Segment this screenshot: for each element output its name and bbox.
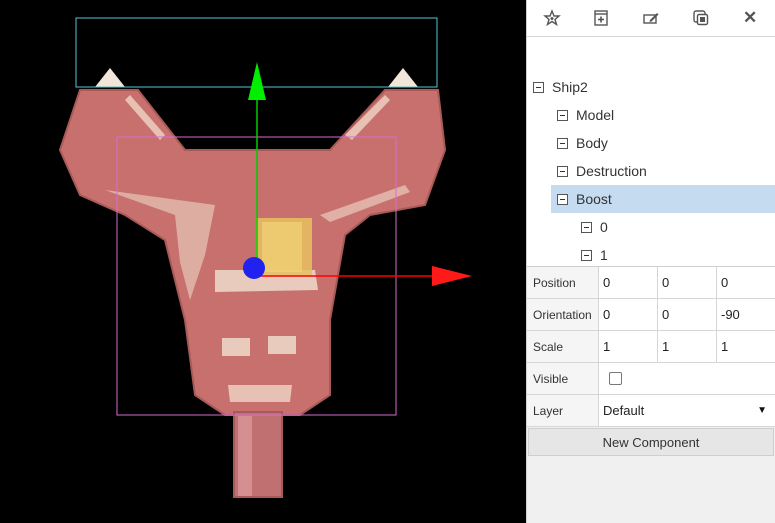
tree-node-body[interactable]: Body: [527, 129, 775, 157]
scale-row: Scale 1 1 1: [527, 331, 775, 363]
scene-viewport[interactable]: [0, 0, 526, 523]
delete-icon: ✕: [743, 8, 758, 27]
add-child-button[interactable]: [577, 0, 627, 36]
scale-y-field[interactable]: 1: [658, 331, 717, 362]
tree-node-label: 1: [600, 247, 608, 263]
scale-label: Scale: [527, 331, 599, 362]
tree-node-label: 0: [600, 219, 608, 235]
tree-node-destruction[interactable]: Destruction: [527, 157, 775, 185]
edit-icon: [643, 13, 659, 24]
position-x-field[interactable]: 0: [599, 267, 658, 298]
duplicate-button[interactable]: [676, 0, 726, 36]
inspector-panel: ✕ Ship2 Model Body Destruction Boost 0 1…: [526, 0, 775, 523]
collapse-icon[interactable]: [557, 137, 568, 149]
collapse-icon[interactable]: [557, 165, 568, 177]
orientation-label: Orientation: [527, 299, 599, 330]
collapse-icon[interactable]: [557, 109, 568, 121]
dropdown-arrow-icon: ▼: [757, 405, 767, 416]
position-z-field[interactable]: 0: [717, 267, 775, 298]
tree-node-label: Body: [576, 135, 608, 151]
orientation-x-field[interactable]: 0: [599, 299, 658, 330]
collapse-icon[interactable]: [557, 193, 568, 205]
position-y-field[interactable]: 0: [658, 267, 717, 298]
tree-node-label: Ship2: [552, 79, 588, 95]
edit-button[interactable]: [626, 0, 676, 36]
tree-node-label: Boost: [576, 191, 612, 207]
tree-node-boost[interactable]: Boost: [527, 185, 775, 213]
ship-model[interactable]: [58, 68, 447, 498]
collapse-icon[interactable]: [581, 249, 592, 261]
y-axis-arrow[interactable]: [248, 62, 266, 100]
position-label: Position: [527, 267, 599, 298]
hierarchy-tree: Ship2 Model Body Destruction Boost 0 1: [527, 37, 775, 267]
visible-row: Visible: [527, 363, 775, 395]
scale-z-field[interactable]: 1: [717, 331, 775, 362]
scale-x-field[interactable]: 1: [599, 331, 658, 362]
tree-node-label: Model: [576, 107, 615, 123]
collapse-icon[interactable]: [581, 221, 592, 233]
toolbar: ✕: [527, 0, 775, 37]
new-component-button[interactable]: New Component: [528, 428, 774, 456]
properties-table: Position 0 0 0 Orientation 0 0 -90 Scale…: [527, 267, 775, 427]
layer-value: Default: [603, 403, 645, 418]
add-child-icon: [594, 10, 609, 26]
x-axis-arrow[interactable]: [432, 266, 472, 286]
orientation-z-field[interactable]: -90: [717, 299, 775, 330]
star-icon: [542, 9, 561, 27]
position-row: Position 0 0 0: [527, 267, 775, 299]
layer-label: Layer: [527, 395, 599, 426]
layer-row: Layer Default ▼: [527, 395, 775, 427]
tree-node-model[interactable]: Model: [527, 101, 775, 129]
visible-cell: [599, 363, 775, 394]
delete-button[interactable]: ✕: [725, 0, 775, 36]
tree-node-boost-1[interactable]: 1: [527, 241, 775, 269]
scene-canvas[interactable]: [0, 0, 526, 523]
visible-label: Visible: [527, 363, 599, 394]
gizmo-center[interactable]: [243, 257, 265, 279]
star-button[interactable]: [527, 0, 577, 36]
tree-node-label: Destruction: [576, 163, 647, 179]
orientation-row: Orientation 0 0 -90: [527, 299, 775, 331]
tree-node-ship2[interactable]: Ship2: [527, 73, 775, 101]
orientation-y-field[interactable]: 0: [658, 299, 717, 330]
collapse-icon[interactable]: [533, 81, 544, 93]
visible-checkbox[interactable]: [609, 372, 622, 385]
tree-node-boost-0[interactable]: 0: [527, 213, 775, 241]
layer-select[interactable]: Default ▼: [599, 395, 775, 426]
duplicate-icon: [692, 10, 708, 26]
